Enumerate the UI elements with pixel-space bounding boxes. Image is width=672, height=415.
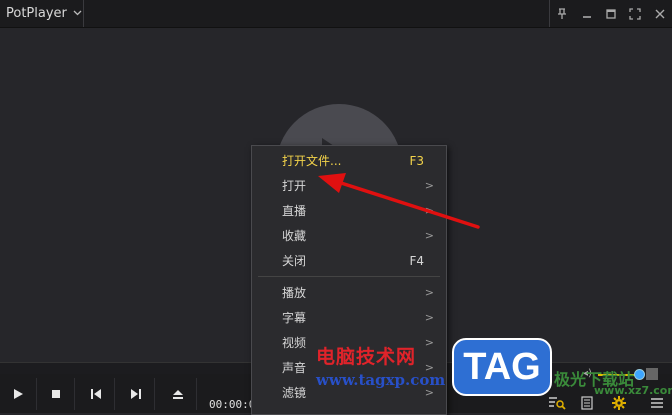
volume-slider-handle[interactable]: [634, 369, 645, 380]
play-button[interactable]: [0, 378, 37, 410]
fullscreen-icon[interactable]: [625, 4, 645, 24]
menu-item-label: 滤镜: [282, 386, 307, 400]
menu-icon[interactable]: [648, 396, 666, 410]
menu-item-favorites[interactable]: 收藏 >: [252, 223, 446, 248]
app-menu-button[interactable]: PotPlayer: [0, 0, 84, 27]
app-name: PotPlayer: [6, 6, 67, 21]
eject-button[interactable]: [160, 378, 197, 410]
minimize-icon[interactable]: [577, 4, 597, 24]
playlist-search-icon[interactable]: [548, 396, 566, 410]
menu-item-shortcut: F3: [409, 153, 424, 168]
menu-item-open-file[interactable]: 打开文件... F3: [252, 148, 446, 173]
menu-item-close[interactable]: 关闭 F4: [252, 248, 446, 273]
chevron-down-icon: [73, 9, 82, 19]
menu-item-open[interactable]: 打开 >: [252, 173, 446, 198]
watermark-url: www.tagxp.com: [316, 371, 446, 389]
menu-item-live[interactable]: 直播 >: [252, 198, 446, 223]
menu-item-label: 直播: [282, 204, 307, 218]
menu-item-label: 字幕: [282, 311, 307, 325]
menu-item-shortcut: F4: [409, 253, 424, 268]
stop-button[interactable]: [38, 378, 75, 410]
maximize-icon[interactable]: [601, 4, 621, 24]
watermark-site-url: www.xz7.com: [594, 384, 672, 397]
next-button[interactable]: [118, 378, 155, 410]
menu-item-label: 关闭: [282, 254, 307, 268]
gear-icon[interactable]: [610, 396, 628, 410]
menu-item-label: 视频: [282, 336, 307, 350]
submenu-arrow-icon: >: [424, 229, 434, 242]
menu-item-playback[interactable]: 播放 >: [252, 280, 446, 305]
list-icon[interactable]: [578, 396, 596, 410]
window-controls: [549, 0, 672, 27]
close-icon[interactable]: [650, 4, 670, 24]
pin-icon[interactable]: [552, 4, 572, 24]
submenu-arrow-icon: >: [424, 286, 434, 299]
watermark-tag-logo: TAG: [452, 338, 552, 396]
previous-button[interactable]: [78, 378, 115, 410]
menu-item-label: 打开文件...: [282, 154, 342, 168]
submenu-arrow-icon: >: [424, 204, 434, 217]
menu-separator: [258, 276, 440, 277]
title-bar: PotPlayer: [0, 0, 672, 28]
menu-item-label: 声音: [282, 361, 307, 375]
menu-item-label: 打开: [282, 179, 307, 193]
watermark-cn: 电脑技术网: [316, 346, 417, 368]
submenu-arrow-icon: >: [424, 179, 434, 192]
submenu-arrow-icon: >: [424, 311, 434, 324]
menu-item-label: 播放: [282, 286, 307, 300]
menu-item-subtitles[interactable]: 字幕 >: [252, 305, 446, 330]
menu-item-label: 收藏: [282, 229, 307, 243]
volume-max-icon[interactable]: [646, 368, 658, 380]
watermark-text: 电脑技术网 www.tagxp.com: [316, 342, 445, 389]
